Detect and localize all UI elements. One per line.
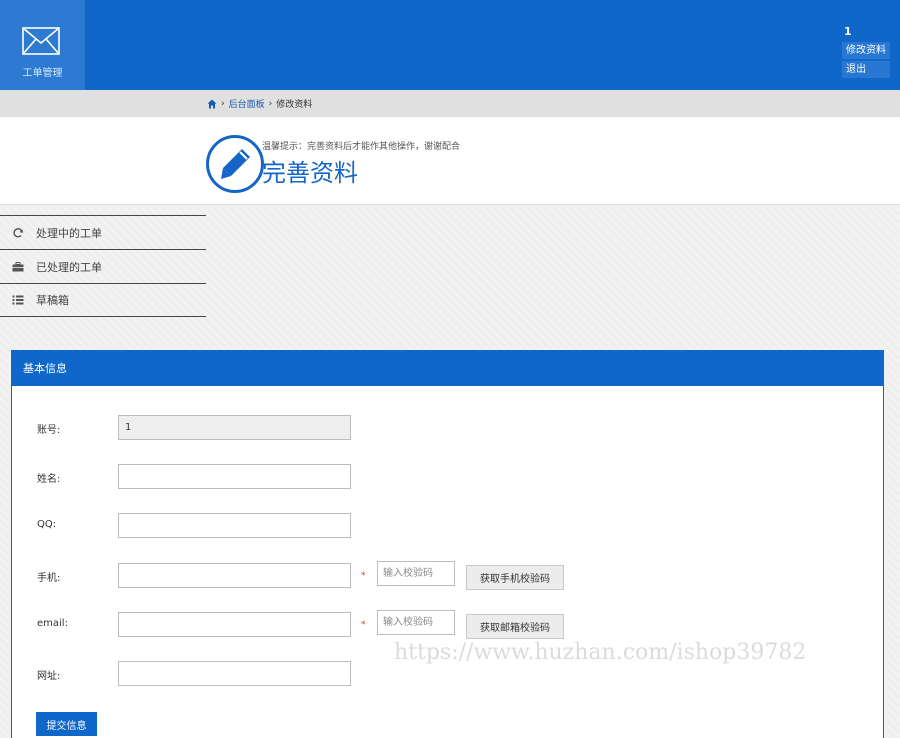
sidebar-item-processed[interactable]: 已处理的工单 (0, 249, 206, 283)
envelope-icon (22, 27, 60, 55)
breadcrumb-current: 修改资料 (276, 100, 313, 110)
list-icon (12, 295, 24, 305)
account-field (118, 415, 351, 440)
sidebar-item-processing[interactable]: 处理中的工单 (0, 215, 206, 249)
breadcrumb-bar: › 后台面板 › 修改资料 (0, 90, 900, 117)
website-label: 网址: (37, 671, 61, 682)
logo-text: 工单管理 (22, 68, 63, 79)
email-label: email: (37, 618, 68, 629)
tip-text: 温馨提示：完善资料后才能作其他操作，谢谢配合 (262, 142, 461, 152)
sidebar-item-label: 处理中的工单 (36, 226, 102, 240)
phone-row: 手机: * 获取手机校验码 (12, 561, 885, 590)
qq-label: QQ: (37, 519, 57, 530)
phone-field[interactable] (118, 563, 351, 588)
qq-field[interactable] (118, 513, 351, 538)
logout-link[interactable]: 退出 (842, 61, 890, 78)
pencil-icon (221, 149, 250, 179)
breadcrumb-dashboard[interactable]: 后台面板 (229, 97, 265, 110)
qq-row: QQ: (12, 513, 885, 539)
account-row: 账号: (12, 415, 885, 441)
name-label: 姓名: (37, 474, 61, 485)
email-field[interactable] (118, 612, 351, 637)
name-field[interactable] (118, 464, 351, 489)
name-row: 姓名: (12, 464, 885, 490)
breadcrumb-separator: › (221, 98, 225, 109)
account-label: 账号: (37, 425, 61, 436)
email-row: email: * 获取邮箱校验码 (12, 610, 885, 639)
sidebar-item-label: 已处理的工单 (36, 260, 102, 274)
logo[interactable]: 工单管理 (0, 0, 85, 90)
watermark: https://www.huzhan.com/ishop39782 (394, 640, 807, 665)
required-mark: * (361, 620, 366, 630)
edit-circle (206, 135, 264, 193)
phone-code-input[interactable] (377, 561, 455, 586)
user-area: 1 修改资料 退出 (842, 25, 892, 80)
top-header: 工单管理 1 修改资料 退出 (0, 0, 900, 90)
edit-profile-link[interactable]: 修改资料 (842, 42, 890, 59)
phone-label: 手机: (37, 573, 61, 584)
page-title: 完善资料 (262, 159, 358, 187)
panel-header: 基本信息 (12, 351, 883, 386)
get-email-code-button[interactable]: 获取邮箱校验码 (466, 614, 564, 639)
submit-button[interactable]: 提交信息 (36, 712, 97, 736)
title-section: 温馨提示：完善资料后才能作其他操作，谢谢配合 完善资料 (0, 117, 900, 205)
required-mark: * (361, 571, 366, 581)
breadcrumb-separator: › (268, 98, 273, 109)
breadcrumb: › 后台面板 › 修改资料 (207, 97, 312, 110)
briefcase-icon (12, 261, 24, 271)
sidebar-item-label: 草稿箱 (36, 294, 69, 307)
sidebar: 处理中的工单 已处理的工单 草稿箱 (0, 215, 206, 317)
basic-info-panel: 基本信息 账号: 姓名: QQ: 手机: * 获取手机校验码 email: * … (11, 350, 884, 738)
refresh-icon (13, 227, 23, 237)
sidebar-item-drafts[interactable]: 草稿箱 (0, 283, 206, 317)
user-name: 1 (844, 25, 852, 38)
get-phone-code-button[interactable]: 获取手机校验码 (466, 565, 564, 590)
home-icon[interactable] (207, 99, 217, 109)
email-code-input[interactable] (377, 610, 455, 635)
website-field[interactable] (118, 661, 351, 686)
